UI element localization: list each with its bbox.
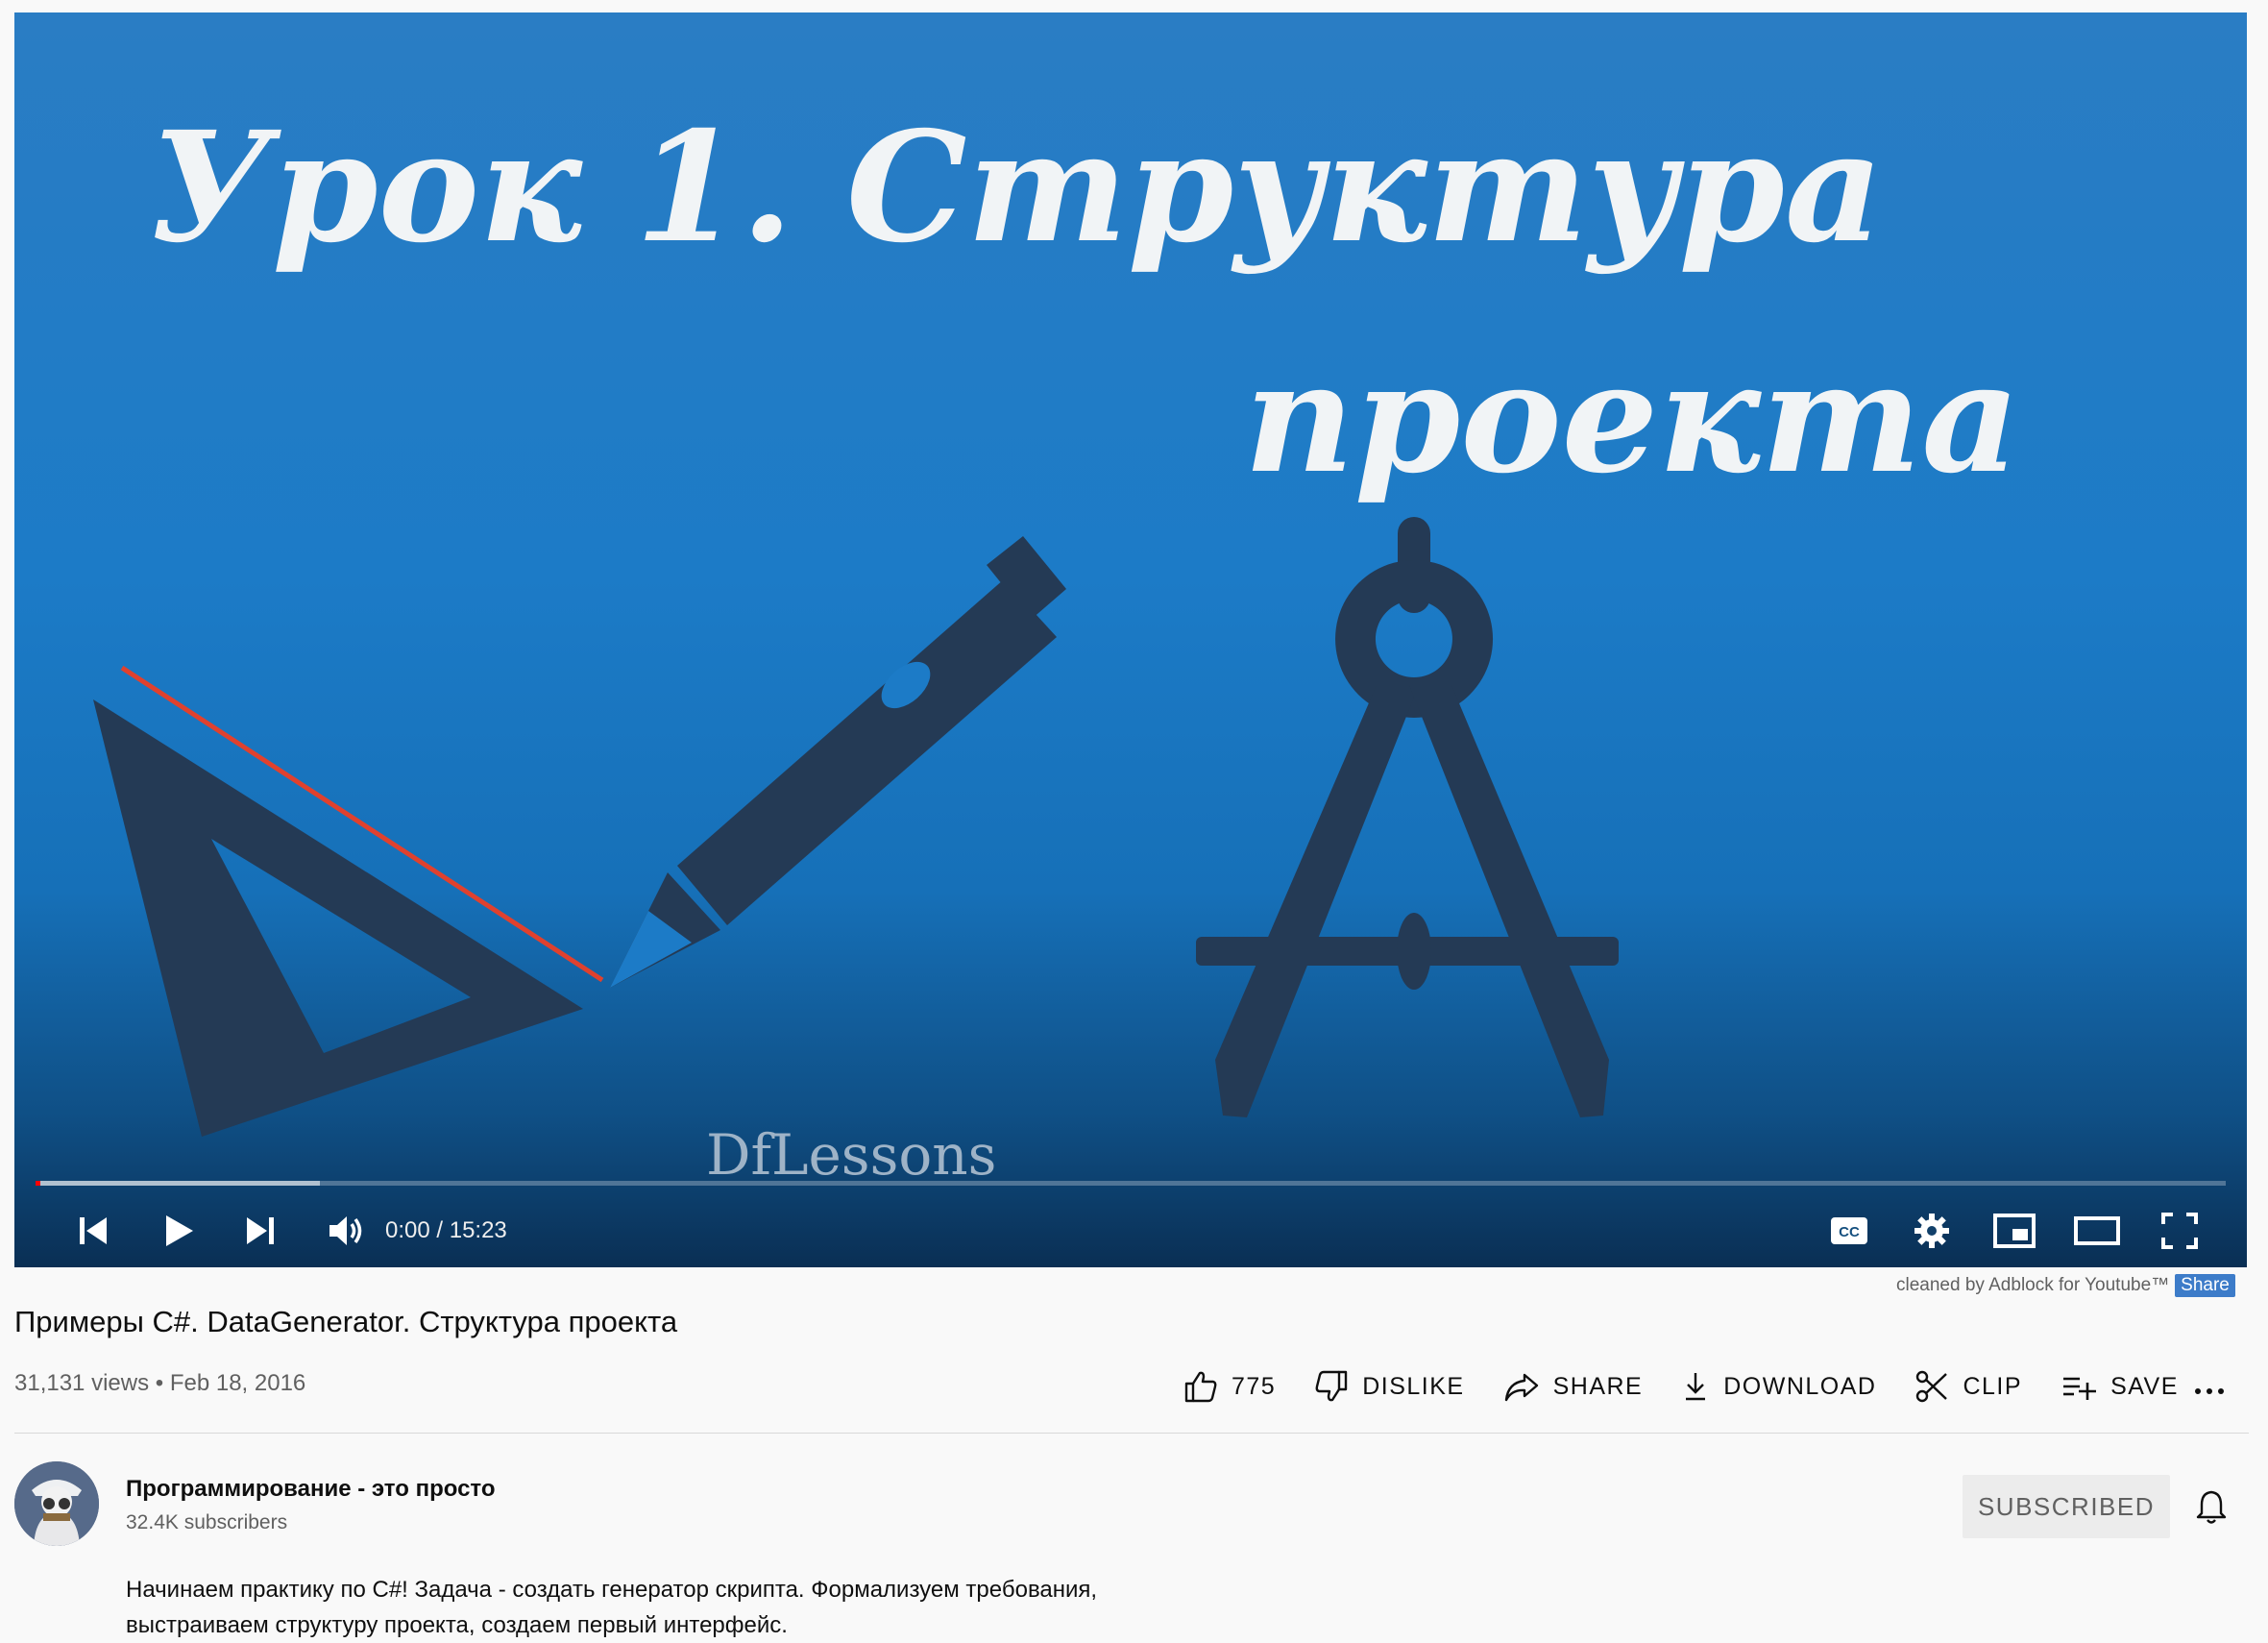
next-button[interactable] xyxy=(232,1204,289,1258)
progress-bar[interactable] xyxy=(36,1181,2226,1186)
progress-played xyxy=(36,1181,40,1186)
clip-button[interactable]: CLIP xyxy=(1914,1369,2022,1404)
save-label: SAVE xyxy=(2110,1372,2179,1400)
video-frame-title-line-1: Урок 1. Структура xyxy=(149,99,1884,277)
clip-label: CLIP xyxy=(1963,1372,2023,1400)
settings-button[interactable] xyxy=(1903,1204,1961,1258)
svg-text:CC: CC xyxy=(1839,1224,1860,1240)
thumbs-down-icon xyxy=(1315,1370,1348,1402)
like-button[interactable]: 775 xyxy=(1183,1369,1276,1404)
like-count: 775 xyxy=(1232,1372,1277,1400)
compass-icon xyxy=(1196,517,1619,1117)
share-icon xyxy=(1504,1373,1538,1402)
miniplayer-button[interactable] xyxy=(1986,1204,2043,1258)
channel-avatar[interactable] xyxy=(14,1461,99,1546)
download-icon xyxy=(1686,1373,1706,1401)
pencil-icon xyxy=(610,536,1066,988)
theater-mode-icon xyxy=(2074,1216,2120,1245)
previous-button[interactable] xyxy=(64,1204,122,1258)
description-line-1: Начинаем практику по C#! Задача - создат… xyxy=(126,1577,1098,1603)
player-controls: 0:00 / 15:23 CC xyxy=(14,1194,2247,1267)
channel-watermark: DfLessons xyxy=(706,1122,997,1188)
dislike-button[interactable]: DISLIKE xyxy=(1314,1369,1464,1404)
save-button[interactable]: SAVE xyxy=(2061,1369,2179,1404)
subscribed-button[interactable]: SUBSCRIBED xyxy=(1963,1475,2170,1538)
mute-button[interactable] xyxy=(316,1204,374,1258)
download-button[interactable]: DOWNLOAD xyxy=(1681,1369,1876,1404)
settings-gear-icon xyxy=(1914,1214,1949,1248)
miniplayer-icon xyxy=(1993,1214,2036,1248)
video-description: Начинаем практику по C#! Задача - создат… xyxy=(126,1572,1375,1643)
play-icon xyxy=(166,1215,193,1246)
video-title: Примеры C#. DataGenerator. Структура про… xyxy=(14,1305,678,1338)
time-display: 0:00 / 15:23 xyxy=(385,1217,507,1243)
video-frame-title-line-2: проекта xyxy=(1244,330,2020,507)
subscriber-count: 32.4K subscribers xyxy=(126,1511,288,1533)
previous-icon xyxy=(80,1217,107,1244)
thumbs-up-icon xyxy=(1184,1371,1217,1403)
share-button[interactable]: SHARE xyxy=(1503,1369,1644,1404)
subtitles-cc-icon: CC xyxy=(1831,1217,1867,1244)
action-bar: 775 DISLIKE SHARE DOWNLOAD CLIP SAVE xyxy=(1183,1364,2217,1409)
volume-icon xyxy=(329,1216,362,1245)
fullscreen-button[interactable] xyxy=(2151,1204,2208,1258)
scissors-icon xyxy=(1916,1370,1948,1403)
download-label: DOWNLOAD xyxy=(1723,1372,1877,1400)
adblock-share-button[interactable]: Share xyxy=(2175,1274,2235,1297)
dislike-label: DISLIKE xyxy=(1362,1372,1465,1400)
notification-bell-button[interactable] xyxy=(2192,1487,2231,1526)
play-button[interactable] xyxy=(149,1204,207,1258)
video-player[interactable]: Урок 1. Структура проекта DfLessons 0:00… xyxy=(14,12,2247,1267)
subtitles-button[interactable]: CC xyxy=(1820,1204,1878,1258)
description-line-2: выстраиваем структуру проекта, создаем п… xyxy=(126,1612,788,1638)
divider xyxy=(14,1433,2249,1434)
more-horizontal-icon xyxy=(2195,1388,2224,1394)
channel-name[interactable]: Программирование - это просто xyxy=(126,1476,496,1503)
share-label: SHARE xyxy=(1552,1372,1644,1400)
view-count-date: 31,131 views • Feb 18, 2016 xyxy=(14,1370,306,1396)
next-icon xyxy=(247,1217,274,1244)
add-to-playlist-icon xyxy=(2063,1377,2097,1400)
adblock-notice: cleaned by Adblock for Youtube™ Share xyxy=(1896,1274,2235,1297)
more-actions-button[interactable] xyxy=(2190,1372,2229,1410)
bell-icon xyxy=(2196,1490,2227,1524)
adblock-text: cleaned by Adblock for Youtube™ xyxy=(1896,1275,2170,1295)
theater-mode-button[interactable] xyxy=(2068,1204,2126,1258)
fullscreen-icon xyxy=(2161,1213,2198,1249)
avatar-image xyxy=(14,1461,99,1546)
progress-buffered xyxy=(36,1181,321,1186)
